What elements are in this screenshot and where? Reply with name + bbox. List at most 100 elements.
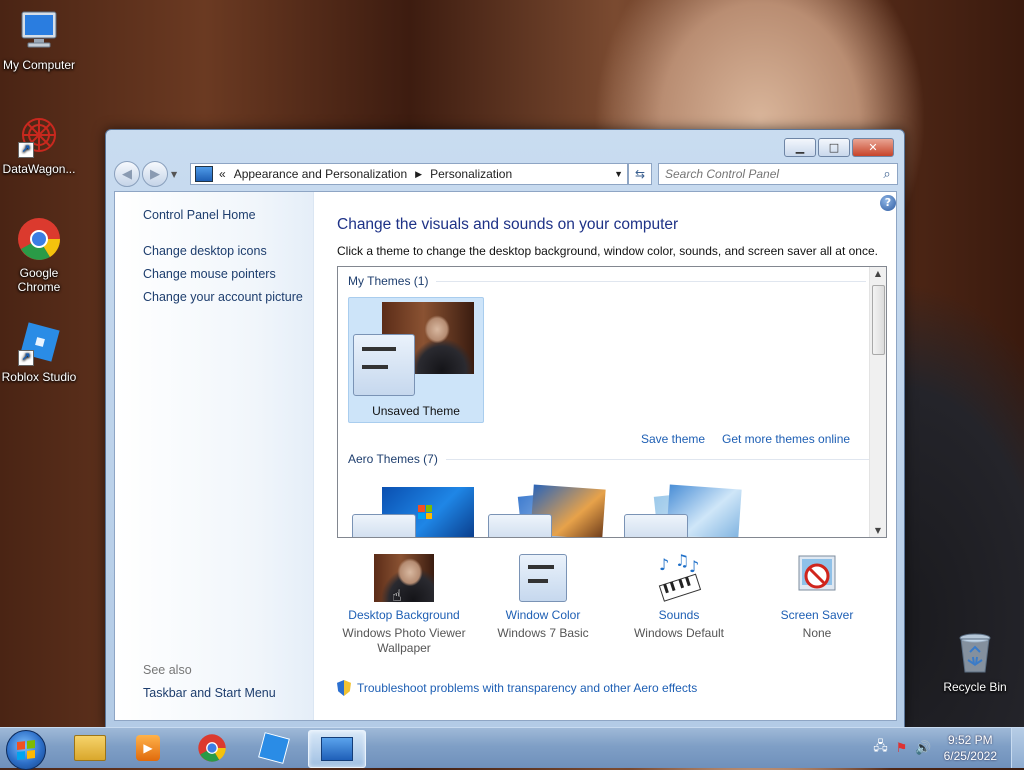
window-color-value: Windows 7 Basic	[497, 626, 589, 640]
breadcrumb-appearance[interactable]: Appearance and Personalization	[234, 167, 407, 181]
aero-theme-color-swatch	[488, 514, 552, 537]
roblox-studio-icon	[258, 732, 290, 764]
breadcrumb-separator-icon[interactable]: ▶	[415, 169, 422, 180]
refresh-icon: ⇆	[634, 167, 646, 181]
desktop-background-label[interactable]: Desktop Background	[329, 608, 479, 622]
network-icon[interactable]: 🖧	[873, 737, 888, 759]
taskbar-media-player[interactable]: ▶	[120, 730, 176, 766]
desktop-icon-google-chrome[interactable]: Google Chrome	[0, 216, 81, 294]
window-color-item[interactable]: Window Color Windows 7 Basic	[468, 554, 618, 641]
roblox-studio-icon: ↗	[16, 320, 62, 366]
breadcrumb-personalization[interactable]: Personalization	[430, 167, 512, 181]
scroll-up-icon[interactable]: ▲	[870, 269, 886, 278]
desktop-icon-my-computer[interactable]: My Computer	[0, 8, 81, 72]
sounds-value: Windows Default	[633, 626, 725, 640]
aero-themes-header: Aero Themes (7)	[348, 452, 438, 466]
scrollbar-thumb[interactable]	[872, 285, 885, 355]
desktop-icon-label: Google Chrome	[17, 266, 61, 294]
shortcut-arrow-icon: ↗	[18, 350, 34, 366]
desktop-icon-label: Recycle Bin	[943, 680, 1007, 694]
address-overflow[interactable]: «	[219, 167, 226, 181]
maximize-button[interactable]: □	[818, 138, 850, 157]
theme-list-scrollbar[interactable]: ▲ ▼	[869, 267, 886, 537]
screen-saver-value: None	[802, 626, 832, 640]
clock-time: 9:52 PM	[947, 733, 993, 747]
taskbar: ▶ 🖧 ⚑ 🔊 9:52 PM 6/25/2022	[0, 727, 1024, 770]
change-mouse-pointers-link[interactable]: Change mouse pointers	[143, 267, 276, 281]
datawagon-icon: ↗	[16, 112, 62, 158]
taskbar-file-explorer[interactable]	[62, 730, 118, 766]
group-divider	[436, 280, 867, 282]
desktop-icon-recycle-bin[interactable]: Recycle Bin	[933, 630, 1017, 694]
desktop-icon-label: DataWagon...	[2, 162, 76, 176]
theme-list[interactable]: My Themes (1) Unsaved Theme Save theme G…	[337, 266, 887, 538]
shortcut-arrow-icon: ↗	[18, 142, 34, 158]
window-client-area: Control Panel Home Change desktop icons …	[114, 191, 897, 721]
search-input[interactable]	[659, 166, 877, 182]
address-bar[interactable]: « Appearance and Personalization ▶ Perso…	[190, 163, 628, 185]
sounds-label[interactable]: Sounds	[604, 608, 754, 622]
volume-icon[interactable]: 🔊	[915, 741, 931, 756]
minimize-icon: ▁	[795, 141, 805, 154]
forward-arrow-icon: ▶	[150, 166, 160, 182]
mouse-cursor-icon: ☝	[392, 586, 402, 605]
uac-shield-icon	[337, 680, 351, 696]
save-theme-link[interactable]: Save theme	[641, 432, 705, 446]
scroll-down-icon[interactable]: ▼	[870, 526, 886, 535]
left-pane: Control Panel Home Change desktop icons …	[115, 192, 314, 720]
window-color-label[interactable]: Window Color	[468, 608, 618, 622]
aero-theme-color-swatch	[352, 514, 416, 537]
address-dropdown-icon[interactable]: ▼	[614, 169, 623, 179]
troubleshoot-link[interactable]: Troubleshoot problems with transparency …	[357, 681, 697, 695]
navigation-bar: ◀ ▶ ▼ « Appearance and Personalization ▶…	[114, 161, 898, 187]
system-tray: 🖧 ⚑ 🔊 9:52 PM 6/25/2022	[869, 728, 1024, 768]
control-panel-icon	[195, 166, 213, 182]
sounds-icon: ♪ ♫ ♪	[653, 551, 705, 602]
change-desktop-icons-link[interactable]: Change desktop icons	[143, 244, 267, 258]
recycle-bin-icon	[952, 630, 998, 676]
group-divider	[445, 458, 870, 460]
screen-saver-item[interactable]: Screen Saver None	[742, 554, 892, 641]
taskbar-roblox-studio[interactable]	[246, 730, 302, 766]
window-color-icon	[517, 554, 569, 602]
desktop-icon-roblox-studio[interactable]: ↗ Roblox Studio	[0, 320, 81, 384]
minimize-button[interactable]: ▁	[784, 138, 816, 157]
change-account-picture-link[interactable]: Change your account picture	[143, 290, 303, 304]
start-button[interactable]	[6, 730, 46, 770]
taskbar-control-panel[interactable]	[308, 730, 366, 768]
page-subtitle: Click a theme to change the desktop back…	[337, 244, 878, 258]
theme-tile-unsaved[interactable]: Unsaved Theme	[348, 297, 484, 423]
screen-saver-icon	[791, 554, 843, 602]
troubleshoot-row[interactable]: Troubleshoot problems with transparency …	[337, 680, 697, 696]
search-box[interactable]: ⌕	[658, 163, 898, 185]
get-more-themes-link[interactable]: Get more themes online	[722, 432, 850, 446]
help-icon[interactable]: ?	[880, 195, 896, 211]
show-desktop-button[interactable]	[1011, 728, 1024, 768]
close-button[interactable]: ✕	[852, 138, 894, 157]
svg-text:♪: ♪	[689, 557, 699, 576]
page-title: Change the visuals and sounds on your co…	[337, 216, 679, 233]
clock[interactable]: 9:52 PM 6/25/2022	[944, 732, 997, 764]
windows-logo-icon	[17, 740, 35, 760]
computer-icon	[16, 8, 62, 54]
search-icon[interactable]: ⌕	[877, 167, 897, 182]
desktop-icon-datawagon[interactable]: ↗ DataWagon...	[0, 112, 81, 176]
control-panel-home-link[interactable]: Control Panel Home	[143, 208, 256, 222]
desktop-background-item[interactable]: ☝ Desktop Background Windows Photo Viewe…	[329, 554, 479, 656]
refresh-button[interactable]: ⇆	[628, 163, 652, 185]
back-arrow-icon: ◀	[122, 166, 132, 182]
my-themes-group-header: My Themes (1)	[348, 274, 867, 288]
taskbar-start-menu-link[interactable]: Taskbar and Start Menu	[143, 686, 276, 700]
svg-text:♪: ♪	[659, 555, 669, 574]
see-also-heading: See also	[143, 663, 192, 677]
recent-pages-dropdown[interactable]: ▼	[171, 170, 177, 179]
taskbar-chrome[interactable]	[184, 730, 240, 766]
theme-window-color-swatch	[353, 334, 415, 396]
sounds-item[interactable]: ♪ ♫ ♪ Sounds Windows Default	[604, 551, 754, 641]
media-player-icon: ▶	[136, 735, 160, 761]
folder-icon	[74, 735, 106, 761]
back-button[interactable]: ◀	[114, 161, 140, 187]
screen-saver-label[interactable]: Screen Saver	[742, 608, 892, 622]
forward-button[interactable]: ▶	[142, 161, 168, 187]
action-center-icon[interactable]: ⚑	[896, 741, 908, 756]
